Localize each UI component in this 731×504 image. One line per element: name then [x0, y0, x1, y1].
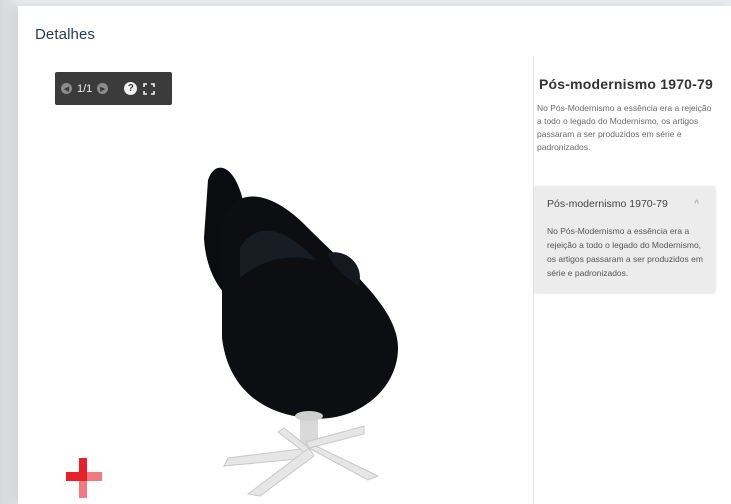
period-accordion[interactable]: Pós-modernismo 1970-79 ^ No Pós-Modernis…: [535, 186, 715, 292]
accordion-body: No Pós-Modernismo a essência era a rejei…: [547, 226, 703, 278]
prev-icon[interactable]: ◀: [61, 83, 72, 94]
details-card: Detalhes ◀ 1/1 ▶ ? Pós-modernismo 1970-7…: [18, 6, 731, 504]
model-counter: 1/1: [77, 82, 93, 95]
window-left-edge: [0, 0, 18, 504]
model-viewer[interactable]: ◀ 1/1 ▶ ?: [18, 56, 533, 504]
panel-title: Pós-modernismo 1970-79: [538, 76, 714, 92]
panel-description: No Pós-Modernismo a essência era a rejei…: [537, 103, 712, 152]
next-icon[interactable]: ▶: [97, 83, 109, 94]
viewer-toolbar: ◀ 1/1 ▶ ?: [55, 72, 172, 105]
accordion-header[interactable]: Pós-modernismo 1970-79 ^: [547, 198, 703, 210]
accordion-title: Pós-modernismo 1970-79: [547, 198, 668, 210]
chevron-up-icon[interactable]: ^: [694, 199, 699, 210]
fullscreen-icon[interactable]: [143, 82, 156, 95]
egg-chair-model[interactable]: [188, 158, 428, 498]
brand-plus-logo: [66, 458, 102, 498]
panel-divider: [533, 56, 534, 504]
page-title: Detalhes: [35, 26, 96, 43]
info-panel: Pós-modernismo 1970-79 No Pós-Modernismo…: [537, 76, 715, 154]
help-icon[interactable]: ?: [124, 82, 138, 95]
